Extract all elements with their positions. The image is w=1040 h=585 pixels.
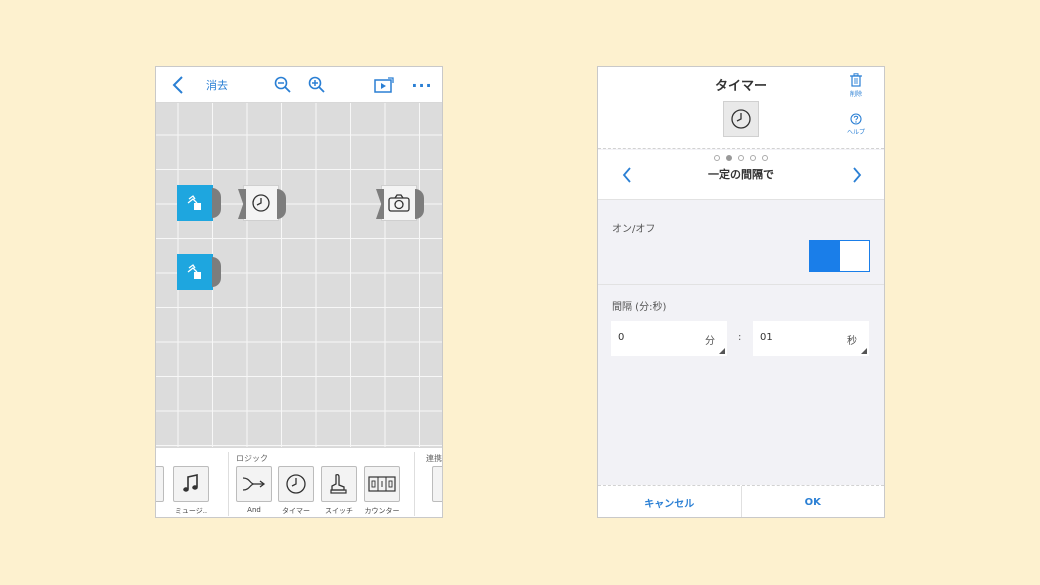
- delete-button[interactable]: 削除: [842, 73, 870, 98]
- palette-item-label: And: [247, 506, 261, 514]
- help-icon: [850, 113, 862, 125]
- minutes-field[interactable]: 0 分: [611, 321, 727, 356]
- palette-item-music[interactable]: ミュージ..: [173, 466, 209, 516]
- ok-button[interactable]: OK: [742, 486, 885, 517]
- seconds-value: 01: [760, 332, 773, 343]
- mode-navigator: 一定の間隔で: [598, 150, 884, 200]
- chevron-right-icon: [853, 167, 862, 183]
- palette-item-counter[interactable]: カウンター: [364, 466, 400, 516]
- zoom-in-icon: [308, 76, 325, 93]
- touch-trigger-icon: [187, 264, 201, 279]
- block-connector: [212, 257, 221, 287]
- block-connector: [238, 189, 246, 219]
- seconds-unit: 秒: [847, 336, 857, 347]
- palette-divider: [228, 452, 229, 516]
- palette-item-box: [364, 466, 400, 502]
- erase-button[interactable]: 消去: [200, 67, 234, 103]
- next-mode-button[interactable]: [844, 162, 870, 188]
- switch-icon: [330, 473, 347, 494]
- chevron-left-icon: [172, 76, 183, 94]
- camera-icon: [388, 194, 410, 212]
- palette-item-label: カウンター: [364, 507, 400, 515]
- block-connector: [277, 189, 286, 219]
- cancel-button[interactable]: キャンセル: [598, 486, 741, 517]
- zoom-out-button[interactable]: [270, 67, 296, 103]
- interval-label: 間隔 (分:秒): [612, 302, 667, 313]
- palette-item-box: [321, 466, 357, 502]
- camera-block[interactable]: [376, 185, 424, 221]
- zoom-out-icon: [274, 76, 291, 93]
- timer-settings-screen: タイマー 削除 ヘルプ 一定の間隔で オン/オフ 間隔 (分:秒) 0 分: …: [597, 66, 885, 518]
- palette-item-box: [236, 466, 272, 502]
- help-label: ヘルプ: [846, 129, 865, 136]
- settings-header: タイマー 削除 ヘルプ: [598, 67, 884, 149]
- counter-icon: [368, 476, 396, 492]
- palette-divider: [414, 452, 415, 516]
- palette-item-switch[interactable]: スイッチ: [321, 466, 357, 516]
- field-resize-icon: [719, 348, 725, 354]
- and-gate-icon: [242, 477, 266, 491]
- palette-item-label: ミュージ..: [174, 507, 208, 515]
- time-separator: :: [738, 332, 742, 343]
- more-button[interactable]: ···: [408, 67, 436, 103]
- palette-item-timer[interactable]: タイマー: [278, 466, 314, 516]
- onoff-toggle[interactable]: [809, 240, 870, 272]
- palette-item-box: [173, 466, 209, 502]
- mode-label: 一定の間隔で: [708, 168, 774, 181]
- minutes-value: 0: [618, 332, 625, 343]
- play-icon: [374, 77, 394, 93]
- page-dot-active: [726, 155, 732, 161]
- block-palette[interactable]: ロジック 連携 ミュージ.. And タイマー スイッチ カウンター: [156, 447, 442, 517]
- palette-group-logic: ロジック: [236, 454, 268, 463]
- music-note-icon: [183, 474, 198, 492]
- block-connector: [212, 188, 221, 218]
- block-editor-screen: 消去 ··· ロジック 連携 ミュージ.. And タイマー スイッチ カウンタ…: [155, 66, 443, 518]
- play-button[interactable]: [370, 67, 398, 103]
- page-dot: [738, 155, 744, 161]
- section-divider: [598, 284, 884, 285]
- palette-item-box: [156, 466, 164, 502]
- seconds-field[interactable]: 01 秒: [753, 321, 869, 356]
- touch-trigger-icon: [187, 195, 201, 210]
- palette-item-box: [432, 466, 442, 502]
- palette-item-partial[interactable]: [432, 466, 442, 502]
- timer-icon: [731, 109, 751, 129]
- page-indicator: [598, 155, 884, 161]
- page-dot: [750, 155, 756, 161]
- block-canvas[interactable]: [156, 103, 442, 447]
- timer-icon: [252, 194, 270, 212]
- timer-block[interactable]: [238, 185, 286, 221]
- block-connector: [415, 189, 424, 219]
- dialog-footer: キャンセル OK: [598, 485, 885, 517]
- block-connector: [376, 189, 384, 219]
- editor-toolbar: 消去 ···: [156, 67, 442, 103]
- page-dot: [714, 155, 720, 161]
- palette-group-next: 連携: [426, 454, 442, 463]
- timer-icon: [286, 474, 306, 494]
- palette-item-label: タイマー: [282, 507, 310, 515]
- toggle-on-segment: [810, 241, 840, 271]
- back-button[interactable]: [166, 67, 190, 103]
- minutes-unit: 分: [705, 336, 715, 347]
- touch-trigger-block[interactable]: [177, 254, 221, 290]
- palette-item-and[interactable]: And: [236, 466, 272, 514]
- palette-item-label: スイッチ: [325, 507, 353, 515]
- onoff-label: オン/オフ: [612, 224, 656, 235]
- page-dot: [762, 155, 768, 161]
- timer-preview: [723, 101, 759, 137]
- field-resize-icon: [861, 348, 867, 354]
- touch-trigger-block[interactable]: [177, 185, 221, 221]
- zoom-in-button[interactable]: [304, 67, 330, 103]
- trash-icon: [850, 73, 862, 87]
- palette-item-partial[interactable]: [156, 466, 164, 502]
- delete-label: 削除: [849, 91, 862, 98]
- help-button[interactable]: ヘルプ: [842, 113, 870, 136]
- palette-item-box: [278, 466, 314, 502]
